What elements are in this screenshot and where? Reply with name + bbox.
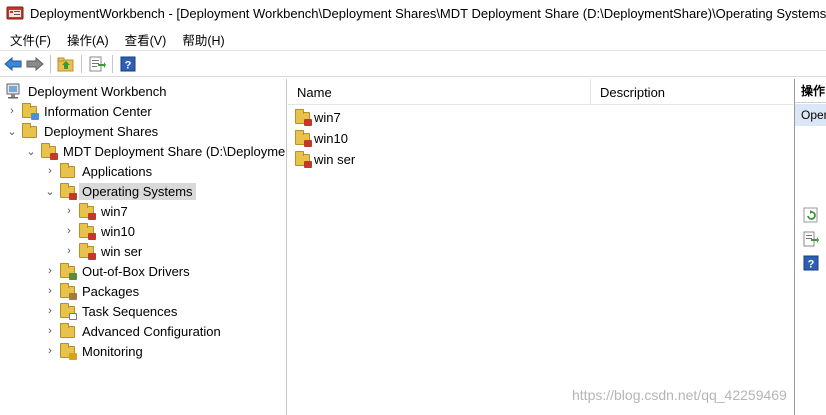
content-list: Name Description win7 win10 win ser [288,79,793,415]
tree-item-operating-systems[interactable]: ⌄ Operating Systems [43,181,196,201]
chevron-right-icon[interactable]: › [43,344,57,358]
help-icon[interactable]: ? [117,53,139,75]
os-folder-icon [294,151,312,168]
back-arrow-icon[interactable] [2,53,24,75]
chevron-right-icon[interactable]: › [43,304,57,318]
chevron-right-icon[interactable]: › [62,224,76,238]
information-center-icon [21,103,39,120]
up-folder-icon[interactable] [55,53,77,75]
tree-label: win7 [101,203,128,219]
os-folder-icon [294,130,312,147]
window-title: DeploymentWorkbench - [Deployment Workbe… [30,5,826,21]
tree-item-applications[interactable]: › Applications [43,161,155,181]
monitoring-folder-icon [59,343,77,360]
help-icon[interactable]: ? [803,255,819,271]
applications-folder-icon [59,163,77,179]
column-header-description[interactable]: Description [591,79,793,105]
os-folder-icon [78,203,96,220]
tree-label: Deployment Workbench [28,83,167,99]
menu-file[interactable]: 文件(F) [0,30,59,49]
tree-item-monitoring[interactable]: › Monitoring [43,341,146,361]
os-folder-icon [294,109,312,126]
list-item[interactable]: win10 [294,128,348,148]
deployment-workbench-app-icon [6,5,24,21]
tree-label: Advanced Configuration [82,323,221,339]
tree-label: Monitoring [82,343,143,359]
tree-item-packages[interactable]: › Packages [43,281,142,301]
actions-pane: 操作 Operating Systems ? [794,79,826,415]
menu-help[interactable]: 帮助(H) [174,30,232,49]
chevron-right-icon[interactable]: › [43,324,57,338]
svg-text:?: ? [125,59,132,71]
tree-label: win10 [101,223,135,239]
actions-header: 操作 [795,79,826,103]
tree-label: Deployment Shares [44,123,159,139]
title-bar: DeploymentWorkbench - [Deployment Workbe… [0,0,826,26]
actions-section-operating-systems[interactable]: Operating Systems [795,104,826,126]
chevron-right-icon[interactable]: › [43,284,57,298]
operating-systems-folder-icon [59,183,77,200]
chevron-right-icon[interactable]: › [62,204,76,218]
column-header-name[interactable]: Name [288,79,591,105]
list-item-name: win10 [314,130,348,146]
toolbar: ? [0,50,826,77]
menu-bar: 文件(F) 操作(A) 查看(V) 帮助(H) [0,28,826,50]
menu-view[interactable]: 查看(V) [117,30,175,49]
tree-label: Operating Systems [79,182,196,200]
drivers-folder-icon [59,263,77,280]
tree-item-information-center[interactable]: › Information Center [5,101,155,121]
packages-folder-icon [59,283,77,300]
tree-item-deployment-shares[interactable]: ⌄ Deployment Shares [5,121,161,141]
tree-item-advanced-configuration[interactable]: › Advanced Configuration [43,321,224,341]
tree-label: Packages [82,283,140,299]
tree-item-task-sequences[interactable]: › Task Sequences [43,301,180,321]
tree-item-win-ser[interactable]: › win ser [62,241,145,261]
deployment-share-icon [40,143,58,160]
list-item-name: win7 [314,109,341,125]
tree-item-out-of-box-drivers[interactable]: › Out-of-Box Drivers [43,261,193,281]
tree-label: Information Center [44,103,152,119]
task-sequences-folder-icon [59,303,77,320]
forward-arrow-icon[interactable] [24,53,46,75]
list-item[interactable]: win7 [294,107,341,127]
tree-label: Out-of-Box Drivers [82,263,190,279]
navigation-tree: Deployment Workbench › Information Cente… [0,79,287,415]
tree-item-win10[interactable]: › win10 [62,221,138,241]
os-folder-icon [78,243,96,260]
svg-text:?: ? [808,259,815,271]
tree-item-mdt-deployment-share[interactable]: ⌄ MDT Deployment Share (D:\DeploymentSha… [24,141,286,161]
folder-icon [21,123,39,139]
tree-label: win ser [101,243,143,259]
workbench-icon [5,83,23,99]
menu-action[interactable]: 操作(A) [59,30,117,49]
tree-label: Task Sequences [82,303,178,319]
toolbar-separator [81,54,82,73]
export-list-icon[interactable] [803,231,819,247]
chevron-right-icon[interactable]: › [62,244,76,258]
advanced-configuration-folder-icon [59,323,77,339]
os-folder-icon [78,223,96,240]
refresh-icon[interactable] [803,207,819,223]
list-item-name: win ser [314,151,356,167]
chevron-right-icon[interactable]: › [43,164,57,178]
tree-label: Applications [82,163,153,179]
chevron-right-icon[interactable]: › [43,264,57,278]
list-header: Name Description [288,79,793,105]
list-item[interactable]: win ser [294,149,355,169]
toolbar-separator [112,54,113,73]
chevron-right-icon[interactable]: › [5,104,19,118]
export-list-icon[interactable] [86,53,108,75]
tree-label: MDT Deployment Share (D:\DeploymentShare… [63,143,286,159]
watermark: https://blog.csdn.net/qq_42259469 [572,387,787,403]
chevron-down-icon[interactable]: ⌄ [24,144,38,158]
toolbar-separator [50,54,51,73]
tree-item-win7[interactable]: › win7 [62,201,131,221]
chevron-down-icon[interactable]: ⌄ [43,184,57,198]
tree-item-deployment-workbench[interactable]: Deployment Workbench [3,81,170,101]
chevron-down-icon[interactable]: ⌄ [5,124,19,138]
